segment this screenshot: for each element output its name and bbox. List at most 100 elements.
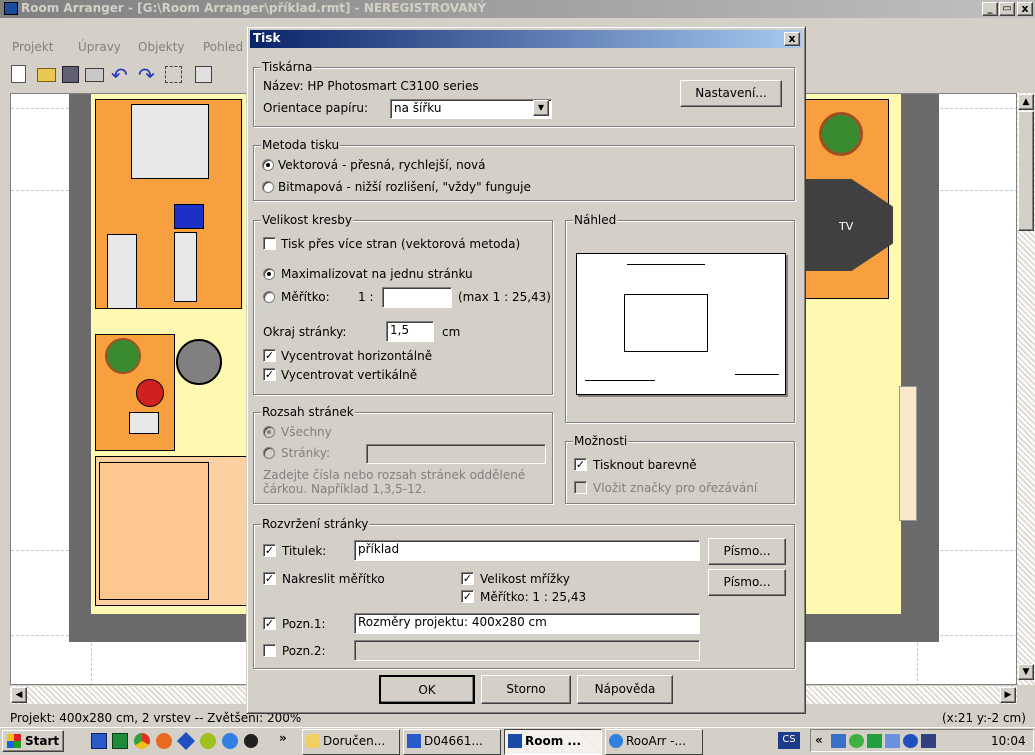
print-icon[interactable] (85, 68, 104, 82)
center-h-checkbox[interactable]: ✓ (263, 349, 276, 362)
title-font-button[interactable]: Písmo... (708, 538, 786, 565)
scale-text-label[interactable]: Měřítko: 1 : 25,43 (480, 590, 586, 604)
task-word[interactable]: D04661... (403, 729, 501, 755)
help-button[interactable]: Nápověda (577, 675, 673, 704)
scroll-right-button[interactable]: ▶ (1000, 687, 1016, 703)
preview-drawing (624, 294, 708, 352)
windows-logo-icon (7, 734, 21, 748)
app-icon-blue[interactable] (176, 731, 196, 751)
tray-antivirus-icon[interactable] (885, 734, 900, 748)
room-arranger-icon (508, 734, 522, 748)
bitmap-label[interactable]: Bitmapová - nižší rozlišení, "vždy" fung… (278, 180, 531, 194)
multi-page-checkbox[interactable] (263, 237, 276, 250)
open-icon[interactable] (37, 68, 56, 82)
restore-button[interactable]: ▭ (999, 2, 1015, 16)
main-title-bar[interactable]: Room Arranger - [G:\Room Arranger\příkla… (0, 0, 1035, 18)
color-label[interactable]: Tisknout barevně (593, 458, 697, 472)
app-icon-globe[interactable] (222, 733, 238, 749)
tray-volume-icon[interactable] (921, 734, 936, 748)
margin-input[interactable]: 1,5 (386, 321, 434, 342)
tray-chevron[interactable]: « (815, 733, 823, 747)
undo-icon[interactable]: ↶ (111, 63, 128, 87)
menu-pohled[interactable]: Pohled (203, 40, 243, 54)
all-pages-radio[interactable] (263, 426, 275, 438)
scroll-up-button[interactable]: ▲ (1018, 94, 1034, 110)
grid-icon[interactable] (165, 66, 182, 83)
tray-network-icon[interactable] (831, 734, 846, 748)
preview-page (576, 253, 786, 395)
bitmap-radio[interactable] (262, 181, 274, 193)
grid-size-label[interactable]: Velikost mřížky (480, 572, 570, 586)
crop-marks-label[interactable]: Vložit značky pro ořezávání (593, 481, 757, 495)
fit-icon[interactable] (195, 66, 212, 83)
scale-radio[interactable] (263, 291, 275, 303)
vector-label[interactable]: Vektorová - přesná, rychlejší, nová (278, 158, 486, 172)
save-icon[interactable] (62, 66, 79, 83)
center-h-label[interactable]: Vycentrovat horizontálně (281, 349, 432, 363)
task-ie[interactable]: RooArr -... (605, 729, 703, 755)
clock[interactable]: 10:04 (991, 734, 1026, 748)
maximize-label[interactable]: Maximalizovat na jednu stránku (281, 267, 473, 281)
scroll-down-button[interactable]: ▼ (1018, 664, 1034, 680)
note1-label[interactable]: Pozn.1: (282, 617, 326, 631)
excel-icon[interactable] (112, 733, 128, 749)
tray-leaf-icon[interactable] (867, 734, 882, 748)
title-checkbox[interactable]: ✓ (263, 544, 276, 557)
scale-text-checkbox[interactable]: ✓ (461, 590, 474, 603)
draw-scale-checkbox[interactable]: ✓ (263, 572, 276, 585)
chrome-icon[interactable] (134, 733, 150, 749)
center-v-label[interactable]: Vycentrovat vertikálně (281, 368, 417, 382)
vertical-scrollbar[interactable]: ▲ ▼ (1017, 93, 1035, 685)
center-v-checkbox[interactable]: ✓ (263, 368, 276, 381)
color-checkbox[interactable]: ✓ (574, 458, 587, 471)
tray-update-icon[interactable] (903, 734, 918, 748)
dialog-title-bar[interactable]: Tisk x (250, 30, 802, 48)
start-button[interactable]: Start (2, 730, 64, 752)
maximize-radio[interactable] (263, 268, 275, 280)
pages-label[interactable]: Stránky: (281, 446, 330, 460)
grid-size-checkbox[interactable]: ✓ (461, 572, 474, 585)
tray-msn-icon[interactable] (849, 734, 864, 748)
minimize-button[interactable]: _ (982, 2, 998, 16)
title-input[interactable]: příklad (354, 540, 700, 561)
status-right: (x:21 y:-2 cm) (942, 711, 1026, 725)
scroll-left-button[interactable]: ◀ (11, 687, 27, 703)
note2-input[interactable] (354, 640, 700, 661)
note2-checkbox[interactable] (263, 644, 276, 657)
crop-marks-checkbox[interactable] (574, 481, 587, 494)
app-icon-bug[interactable] (244, 734, 258, 748)
menu-objekty[interactable]: Objekty (138, 40, 185, 54)
menu-upravy[interactable]: Úpravy (78, 40, 121, 54)
draw-scale-label[interactable]: Nakreslit měřítko (282, 572, 385, 586)
scale-label[interactable]: Měřítko: (281, 290, 330, 304)
note1-input[interactable]: Rozměry projektu: 400x280 cm (354, 613, 700, 634)
task-mail[interactable]: Doručen... (302, 729, 400, 755)
close-main-button[interactable]: x (1017, 2, 1033, 16)
cancel-button[interactable]: Storno (481, 675, 571, 704)
language-indicator[interactable]: CS (778, 732, 800, 749)
all-pages-label[interactable]: Všechny (281, 425, 332, 439)
menu-projekt[interactable]: Projekt (12, 40, 53, 54)
pages-input[interactable] (366, 444, 546, 464)
scale-input[interactable] (382, 287, 452, 308)
title-label[interactable]: Titulek: (282, 544, 326, 558)
chevron-down-icon[interactable]: ▼ (533, 100, 549, 116)
multi-page-label[interactable]: Tisk přes více stran (vektorová metoda) (281, 237, 520, 251)
app-icon-green[interactable] (200, 733, 216, 749)
vector-radio[interactable] (262, 159, 274, 171)
note2-label[interactable]: Pozn.2: (282, 644, 326, 658)
firefox-icon[interactable] (156, 733, 172, 749)
pages-radio[interactable] (263, 447, 275, 459)
scale-font-button[interactable]: Písmo... (708, 569, 786, 596)
new-icon[interactable] (11, 65, 26, 83)
dialog-close-button[interactable]: x (784, 32, 800, 46)
quicklaunch-chevron[interactable]: » (279, 731, 287, 745)
orientation-select[interactable]: na šířku ▼ (390, 99, 552, 119)
word-icon[interactable] (91, 733, 107, 749)
task-room[interactable]: Room ... (504, 729, 602, 755)
redo-icon[interactable]: ↷ (138, 63, 155, 87)
printer-settings-button[interactable]: Nastavení... (680, 80, 782, 107)
ok-button[interactable]: OK (379, 675, 475, 704)
scroll-thumb[interactable] (1018, 111, 1034, 231)
note1-checkbox[interactable]: ✓ (263, 617, 276, 630)
